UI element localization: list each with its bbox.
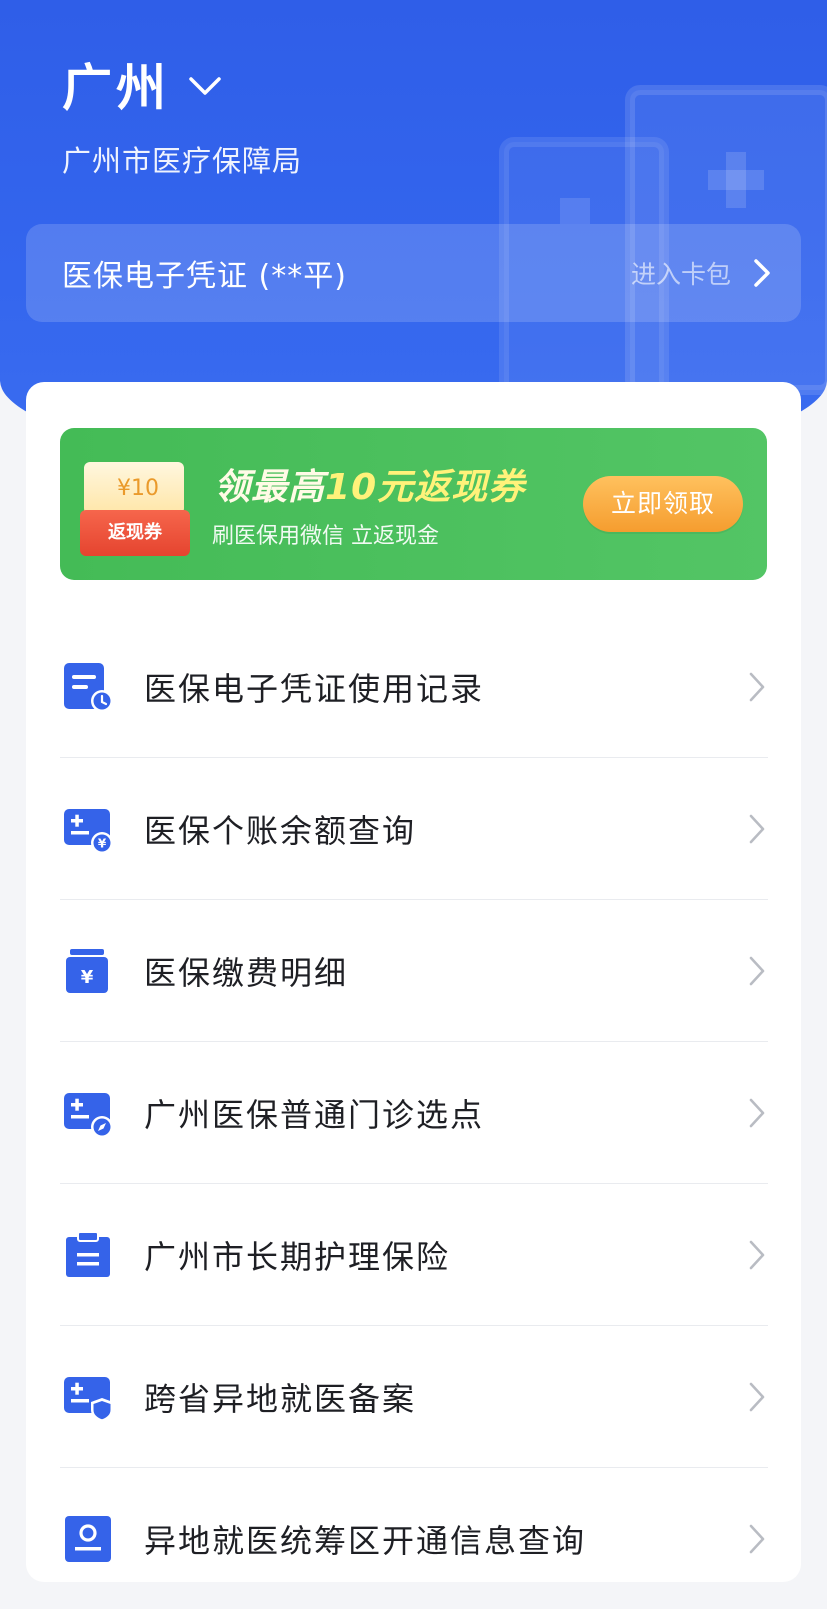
coupon-ticket: ¥10 — [84, 462, 184, 514]
bureau-name: 广州市医疗保障局 — [62, 144, 303, 178]
menu-label: 医保缴费明细 — [144, 953, 349, 992]
menu-label: 医保电子凭证使用记录 — [144, 669, 485, 708]
chevron-down-icon — [188, 75, 222, 101]
e-voucher-card[interactable]: 医保电子凭证 (**平) 进入卡包 — [26, 224, 801, 322]
menu-item-long-term-care[interactable]: 广州市长期护理保险 — [60, 1184, 768, 1326]
coupon-amount: ¥10 — [117, 476, 159, 501]
city-selector[interactable]: 广州 — [62, 48, 222, 120]
balance-yen-icon: ¥ — [64, 808, 113, 854]
service-panel: ¥10 返现券 领最高10元返现券 刷医保用微信 立返现金 立即领取 医保电子凭… — [26, 382, 801, 1582]
menu-label: 医保个账余额查询 — [144, 811, 417, 850]
menu-label: 广州市长期护理保险 — [144, 1237, 451, 1276]
svg-text:¥: ¥ — [81, 967, 94, 988]
chevron-right-icon — [754, 259, 770, 287]
chevron-right-icon — [749, 1524, 765, 1553]
clipboard-icon — [66, 1230, 110, 1277]
menu-item-cross-province-filing[interactable]: 跨省异地就医备案 — [60, 1326, 768, 1468]
service-menu: 医保电子凭证使用记录 ¥ 医保个账余额查询 ¥ 医保缴费明细 广州医保普通门诊选… — [60, 616, 768, 1609]
cashback-banner[interactable]: ¥10 返现券 领最高10元返现券 刷医保用微信 立返现金 立即领取 — [60, 428, 767, 580]
banner-title-highlight: 10元返现券 — [325, 467, 526, 508]
clinic-location-icon — [64, 1092, 113, 1138]
menu-item-evoucher-records[interactable]: 医保电子凭证使用记录 — [60, 616, 768, 758]
e-voucher-title: 医保电子凭证 (**平) — [62, 259, 347, 294]
enter-wallet-link[interactable]: 进入卡包 — [631, 255, 771, 291]
menu-item-region-access-query[interactable]: 异地就医统筹区开通信息查询 — [60, 1468, 768, 1609]
payment-detail-icon: ¥ — [66, 948, 108, 993]
banner-title: 领最高10元返现券 — [214, 458, 525, 510]
menu-item-balance-query[interactable]: ¥ 医保个账余额查询 — [60, 758, 768, 900]
city-name: 广州 — [62, 59, 170, 117]
chevron-right-icon — [749, 1098, 765, 1127]
claim-now-button[interactable]: 立即领取 — [583, 476, 743, 532]
menu-label: 异地就医统筹区开通信息查询 — [144, 1521, 587, 1560]
chevron-right-icon — [749, 1240, 765, 1269]
banner-subtitle: 刷医保用微信 立返现金 — [212, 524, 439, 549]
menu-item-payment-details[interactable]: ¥ 医保缴费明细 — [60, 900, 768, 1042]
svg-text:¥: ¥ — [98, 836, 107, 850]
menu-label: 跨省异地就医备案 — [144, 1379, 417, 1418]
coupon-tag: 返现券 — [80, 510, 190, 556]
menu-item-clinic-selection[interactable]: 广州医保普通门诊选点 — [60, 1042, 768, 1184]
shield-card-icon — [64, 1376, 113, 1422]
chevron-right-icon — [749, 1382, 765, 1411]
chevron-right-icon — [749, 672, 765, 701]
chevron-right-icon — [749, 814, 765, 843]
menu-label: 广州医保普通门诊选点 — [144, 1095, 485, 1134]
chevron-right-icon — [749, 956, 765, 985]
record-clock-icon — [64, 662, 113, 712]
enter-wallet-label: 进入卡包 — [630, 260, 731, 289]
banner-title-prefix: 领最高 — [214, 467, 326, 508]
coupon-graphic: ¥10 返现券 — [80, 454, 192, 560]
user-card-icon — [65, 1515, 111, 1562]
